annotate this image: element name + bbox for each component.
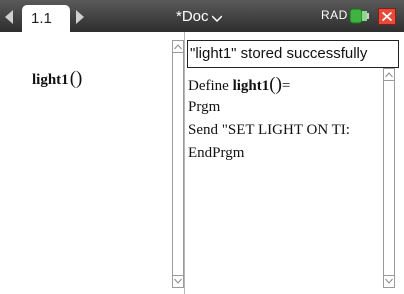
next-page-arrow-icon[interactable] [76, 10, 84, 24]
program-editor[interactable]: Define light1()= Prgm Send "SET LIGHT ON… [187, 70, 383, 288]
chevron-down-icon[interactable] [212, 13, 222, 23]
battery-icon [349, 8, 369, 24]
title-bar: 1.1 *Doc RAD [0, 0, 404, 32]
right-scrollbar[interactable] [383, 68, 395, 288]
equals-sign: = [281, 78, 291, 94]
status-message: "light1" stored successfully [187, 40, 399, 68]
left-scrollbar[interactable] [172, 40, 184, 288]
program-name: light1 [232, 78, 270, 94]
code-line-prgm[interactable]: Prgm [188, 99, 220, 116]
define-keyword: Define [188, 78, 233, 94]
previous-page-arrow-icon[interactable] [5, 10, 13, 24]
function-name: light1 [32, 72, 69, 88]
close-icon[interactable] [378, 8, 396, 25]
tab-page[interactable]: 1.1 [22, 5, 70, 32]
document-title[interactable]: *Doc [176, 8, 209, 25]
function-parens: () [69, 68, 83, 89]
history-entry[interactable]: light1() [32, 68, 82, 90]
code-line-define[interactable]: Define light1()= [188, 74, 290, 96]
code-line-endprgm[interactable]: EndPrgm [188, 145, 244, 162]
calculator-history-panel[interactable]: light1() [4, 40, 184, 288]
panel-divider[interactable] [184, 32, 185, 294]
code-line-send[interactable]: Send "SET LIGHT ON TI: [188, 122, 350, 139]
angle-mode-indicator: RAD [321, 8, 348, 22]
program-parens: () [269, 74, 282, 95]
